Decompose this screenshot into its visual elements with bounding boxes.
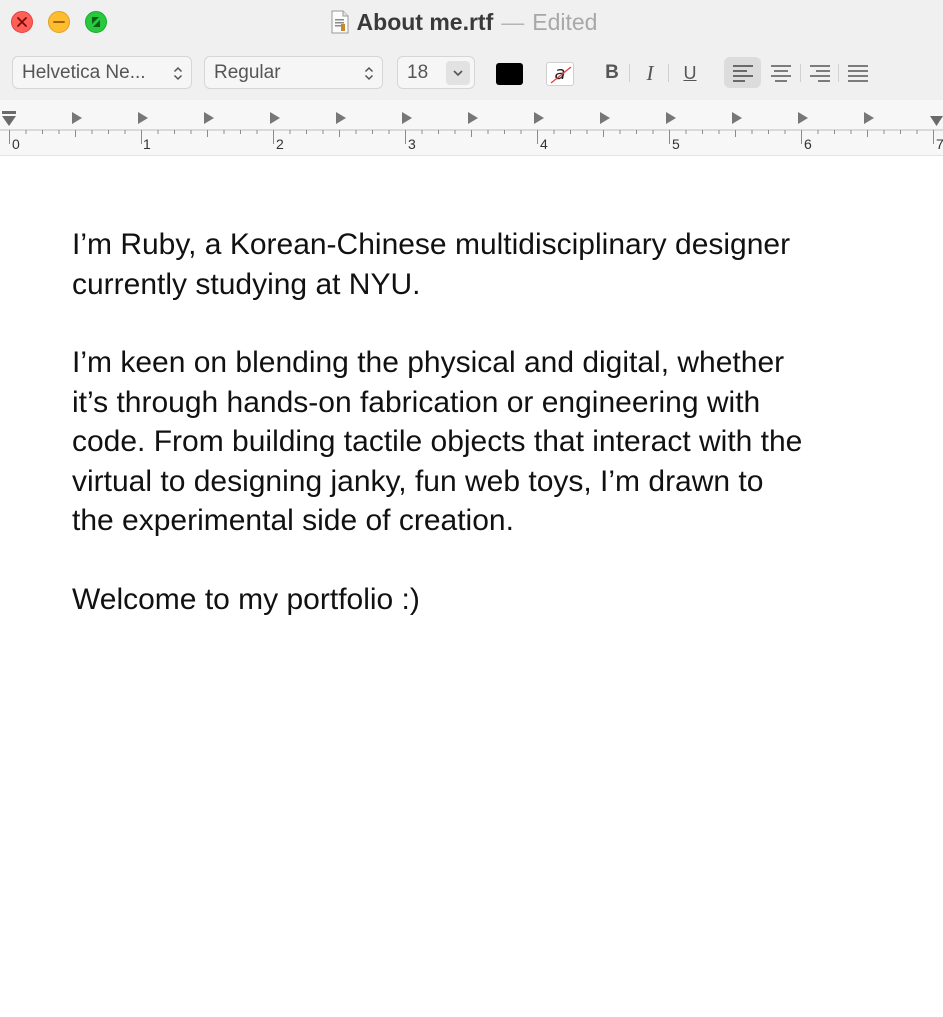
- tab-stop-icon: [666, 112, 676, 124]
- toolbar-divider: [629, 64, 630, 82]
- tab-stop-icon: [732, 112, 742, 124]
- window-chrome: About me.rtf — Edited Helvetica Ne... Re…: [0, 0, 943, 100]
- align-justify-icon: [848, 65, 868, 82]
- tab-stop-icon: [534, 112, 544, 124]
- no-color-slash-icon: [550, 66, 572, 84]
- chevron-down-icon: [453, 70, 463, 77]
- chevron-updown-icon: [173, 66, 183, 81]
- ruler-label: 0: [12, 136, 20, 152]
- ruler-label: 6: [804, 136, 812, 152]
- italic-button[interactable]: I: [639, 60, 661, 86]
- underline-button[interactable]: U: [679, 60, 701, 86]
- align-center-button[interactable]: [762, 57, 799, 88]
- align-center-icon: [771, 65, 791, 82]
- background-color-well[interactable]: a: [546, 62, 574, 86]
- font-size-value: 18: [407, 62, 429, 83]
- align-right-icon: [810, 65, 830, 82]
- align-right-button[interactable]: [801, 57, 838, 88]
- tab-stop-icon: [864, 112, 874, 124]
- ruler-label: 2: [276, 136, 284, 152]
- ruler-label: 1: [143, 136, 151, 152]
- left-indent-marker: [2, 116, 16, 126]
- first-line-indent-marker: [2, 111, 16, 114]
- title-separator: —: [501, 9, 525, 35]
- font-size-combo[interactable]: 18: [397, 56, 475, 89]
- ruler[interactable]: [0, 100, 943, 156]
- ruler-label: 7: [936, 136, 943, 152]
- font-family-value: Helvetica Ne...: [22, 62, 146, 83]
- textedit-window: About me.rtf — Edited Helvetica Ne... Re…: [0, 0, 943, 1017]
- font-style-popup[interactable]: Regular: [204, 56, 383, 89]
- tab-stop-icon: [468, 112, 478, 124]
- tab-stop-icon: [336, 112, 346, 124]
- paragraph[interactable]: I’m Ruby, a Korean-Chinese multidiscipli…: [72, 225, 922, 304]
- align-justify-button[interactable]: [839, 57, 876, 88]
- tab-stop-icon: [600, 112, 610, 124]
- font-size-dropdown-button[interactable]: [446, 61, 470, 85]
- text-color-well[interactable]: [496, 63, 523, 85]
- paragraph[interactable]: I’m keen on blending the physical and di…: [72, 343, 922, 541]
- ruler-label: 4: [540, 136, 548, 152]
- bold-button[interactable]: B: [601, 60, 623, 86]
- align-left-icon: [733, 65, 753, 82]
- paragraph[interactable]: Welcome to my portfolio :): [72, 580, 922, 620]
- tab-stop-icon: [72, 112, 82, 124]
- document-body[interactable]: I’m Ruby, a Korean-Chinese multidiscipli…: [72, 225, 922, 658]
- font-family-popup[interactable]: Helvetica Ne...: [12, 56, 192, 89]
- toolbar-divider: [668, 64, 669, 82]
- format-toolbar: Helvetica Ne... Regular 18 a B I U: [0, 56, 943, 90]
- edited-status: Edited: [532, 9, 598, 35]
- tab-stop-icon: [204, 112, 214, 124]
- font-style-value: Regular: [214, 62, 281, 83]
- window-title-bar: About me.rtf — Edited: [0, 8, 943, 36]
- ruler-ticks: [0, 111, 943, 144]
- document-title: About me.rtf: [356, 9, 494, 35]
- tab-stop-icon: [270, 112, 280, 124]
- ruler-label: 3: [408, 136, 416, 152]
- align-left-button[interactable]: [724, 57, 761, 88]
- chevron-updown-icon: [364, 66, 374, 81]
- ruler-label: 5: [672, 136, 680, 152]
- tab-stop-icon: [798, 112, 808, 124]
- tab-stop-icon: [138, 112, 148, 124]
- right-margin-marker: [930, 116, 943, 126]
- tab-stop-icon: [402, 112, 412, 124]
- document-icon: [331, 10, 349, 34]
